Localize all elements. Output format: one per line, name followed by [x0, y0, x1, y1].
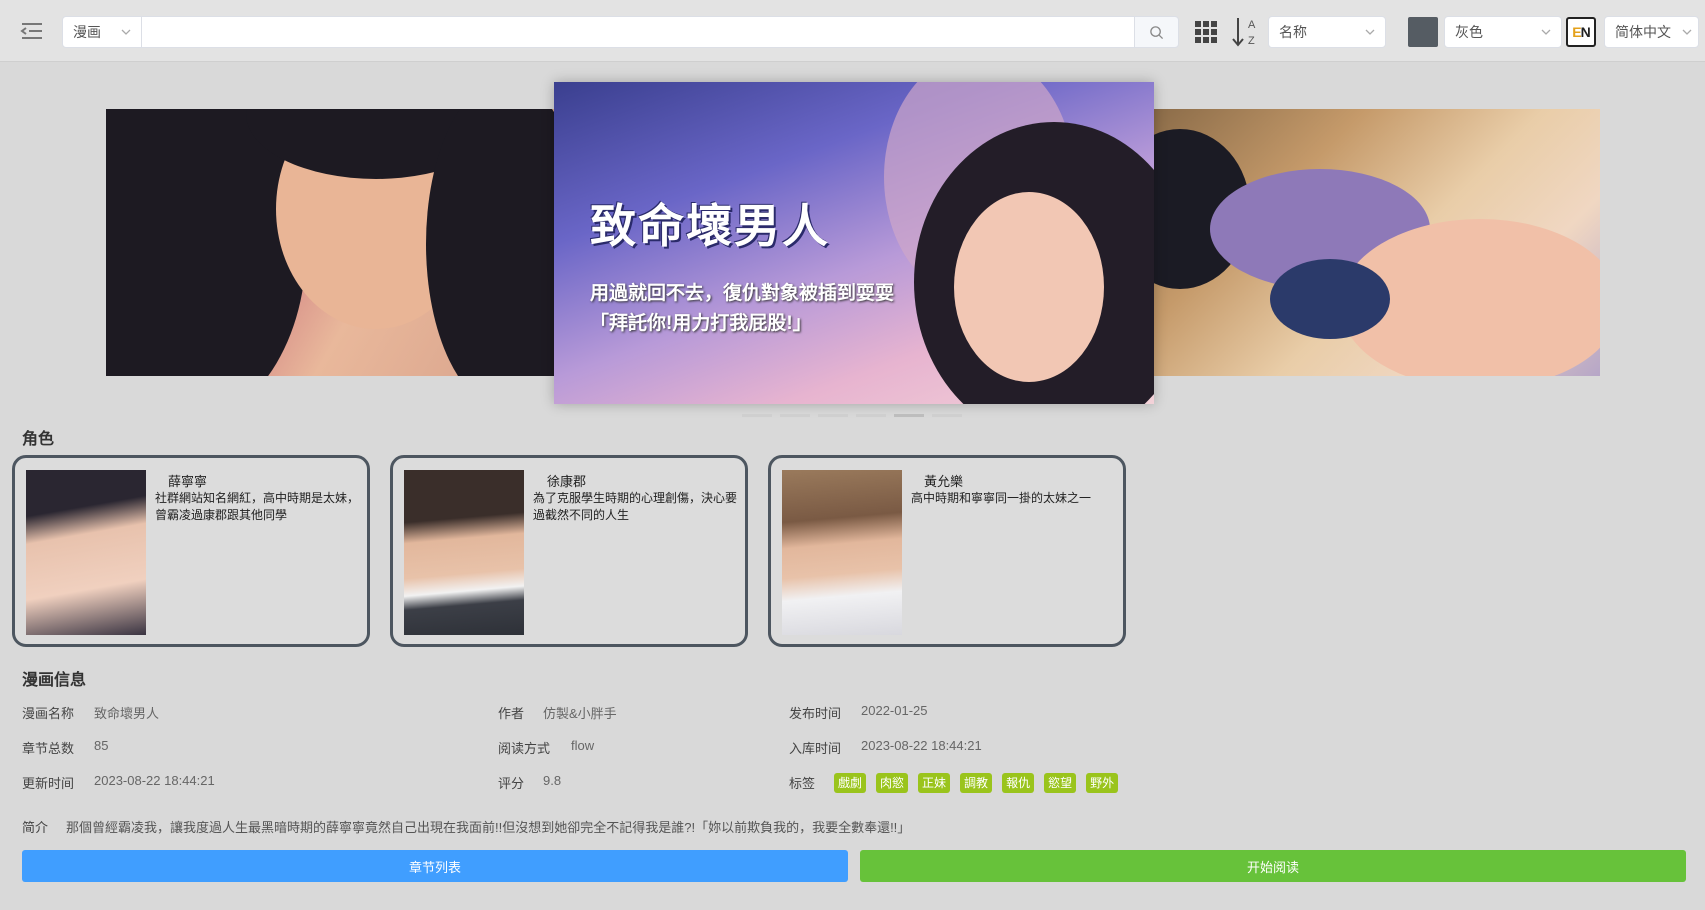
character-card[interactable]: 黃允樂 高中時期和寧寧同一掛的太妹之一	[768, 455, 1126, 647]
chapter-list-button[interactable]: 章节列表	[22, 850, 848, 882]
carousel-indicators	[742, 414, 962, 417]
stored-value: 2023-08-22 18:44:21	[861, 738, 982, 753]
tag[interactable]: 肉慾	[876, 773, 909, 793]
publish-value: 2022-01-25	[861, 703, 928, 718]
rating-value: 9.8	[543, 773, 562, 788]
intro-label: 简介	[22, 820, 49, 835]
top-bar: 漫画 A Z 名称 灰色 E N 简体中文	[0, 0, 1705, 62]
language-select[interactable]: 简体中文	[1604, 16, 1699, 48]
character-name: 薛寧寧	[168, 474, 208, 489]
tag[interactable]: 正妹	[918, 773, 951, 793]
theme-select[interactable]: 灰色	[1444, 16, 1562, 48]
chevron-down-icon	[1541, 27, 1551, 37]
sort-select-value: 名称	[1279, 24, 1307, 40]
chapters-label: 章节总数	[22, 741, 75, 756]
author-value: 仿製&小胖手	[543, 706, 617, 721]
tags-label: 标签	[789, 776, 816, 791]
type-select-value: 漫画	[73, 24, 101, 40]
start-reading-button[interactable]: 开始阅读	[860, 850, 1686, 882]
search-button[interactable]	[1134, 16, 1179, 48]
tag[interactable]: 調教	[960, 773, 993, 793]
carousel-dot[interactable]	[780, 414, 810, 417]
chevron-down-icon	[1365, 27, 1375, 37]
character-name: 徐康郡	[547, 474, 587, 489]
author-label: 作者	[498, 706, 525, 721]
updated-value: 2023-08-22 18:44:21	[94, 773, 215, 788]
carousel-dot[interactable]	[932, 414, 962, 417]
theme-color-swatch[interactable]	[1408, 17, 1438, 47]
slide-subtitle: 用過就回不去，復仇對象被插到耍耍	[590, 283, 895, 304]
rating-label: 评分	[498, 776, 525, 791]
name-label: 漫画名称	[22, 706, 75, 721]
sort-az-icon[interactable]: A Z	[1232, 16, 1260, 48]
character-card[interactable]: 徐康郡 為了克服學生時期的心理創傷，決心要過截然不同的人生	[390, 455, 748, 647]
search-icon	[1150, 25, 1164, 39]
slide-title: 致命壞男人	[590, 199, 830, 253]
type-select[interactable]: 漫画	[62, 16, 142, 48]
character-avatar	[26, 470, 146, 635]
character-avatar	[782, 470, 902, 635]
character-desc: 為了克服學生時期的心理創傷，決心要過截然不同的人生	[533, 491, 738, 522]
chapters-value: 85	[94, 738, 109, 753]
tag[interactable]: 戲劇	[834, 773, 867, 793]
lang-badge-e: E	[1572, 24, 1581, 40]
characters-title: 角色	[22, 431, 55, 448]
character-desc: 社群網站知名網紅，高中時期是太妹，曾霸凌過康郡跟其他同學	[155, 491, 360, 522]
tag[interactable]: 慾望	[1044, 773, 1077, 793]
theme-select-value: 灰色	[1455, 24, 1483, 40]
read-mode-label: 阅读方式	[498, 741, 551, 756]
tag[interactable]: 野外	[1086, 773, 1119, 793]
sort-letter-a: A	[1248, 19, 1256, 31]
sort-select[interactable]: 名称	[1268, 16, 1386, 48]
carousel-dot[interactable]	[818, 414, 848, 417]
intro-text: 那個曾經霸凌我，讓我度過人生最黑暗時期的薛寧寧竟然自己出現在我面前!!但沒想到她…	[66, 820, 911, 835]
slide-subtitle: 「拜託你!用力打我屁股!」	[590, 313, 812, 334]
chevron-down-icon	[121, 27, 131, 37]
search-input[interactable]	[142, 16, 1134, 48]
cover-carousel: 致命壞男人 用過就回不去，復仇對象被插到耍耍 「拜託你!用力打我屁股!」	[0, 62, 1705, 422]
carousel-dot[interactable]	[856, 414, 886, 417]
character-name: 黃允樂	[924, 474, 964, 489]
stored-label: 入库时间	[789, 741, 842, 756]
character-desc: 高中時期和寧寧同一掛的太妹之一	[911, 491, 1092, 505]
character-avatar	[404, 470, 524, 635]
info-title: 漫画信息	[22, 672, 87, 689]
menu-fold-icon[interactable]	[20, 20, 44, 42]
grid-view-icon[interactable]	[1194, 20, 1218, 44]
name-value: 致命壞男人	[94, 706, 160, 721]
language-select-value: 简体中文	[1615, 24, 1671, 40]
language-icon[interactable]: EN	[1566, 17, 1596, 47]
sort-letter-z: Z	[1248, 35, 1255, 47]
carousel-slide-active[interactable]: 致命壞男人 用過就回不去，復仇對象被插到耍耍 「拜託你!用力打我屁股!」	[554, 82, 1154, 404]
read-mode-value: flow	[571, 738, 595, 753]
publish-label: 发布时间	[789, 706, 842, 721]
tag[interactable]: 報仇	[1002, 773, 1035, 793]
carousel-slide-next[interactable]	[1150, 109, 1600, 376]
updated-label: 更新时间	[22, 776, 75, 791]
chevron-down-icon	[1682, 27, 1692, 37]
lang-badge-n: N	[1580, 24, 1591, 40]
character-card[interactable]: 薛寧寧 社群網站知名網紅，高中時期是太妹，曾霸凌過康郡跟其他同學	[12, 455, 370, 647]
carousel-dot-active[interactable]	[894, 414, 924, 417]
carousel-slide-prev[interactable]	[106, 109, 556, 376]
carousel-dot[interactable]	[742, 414, 772, 417]
tag-list: 戲劇 肉慾 正妹 調教 報仇 慾望 野外	[834, 773, 1119, 793]
